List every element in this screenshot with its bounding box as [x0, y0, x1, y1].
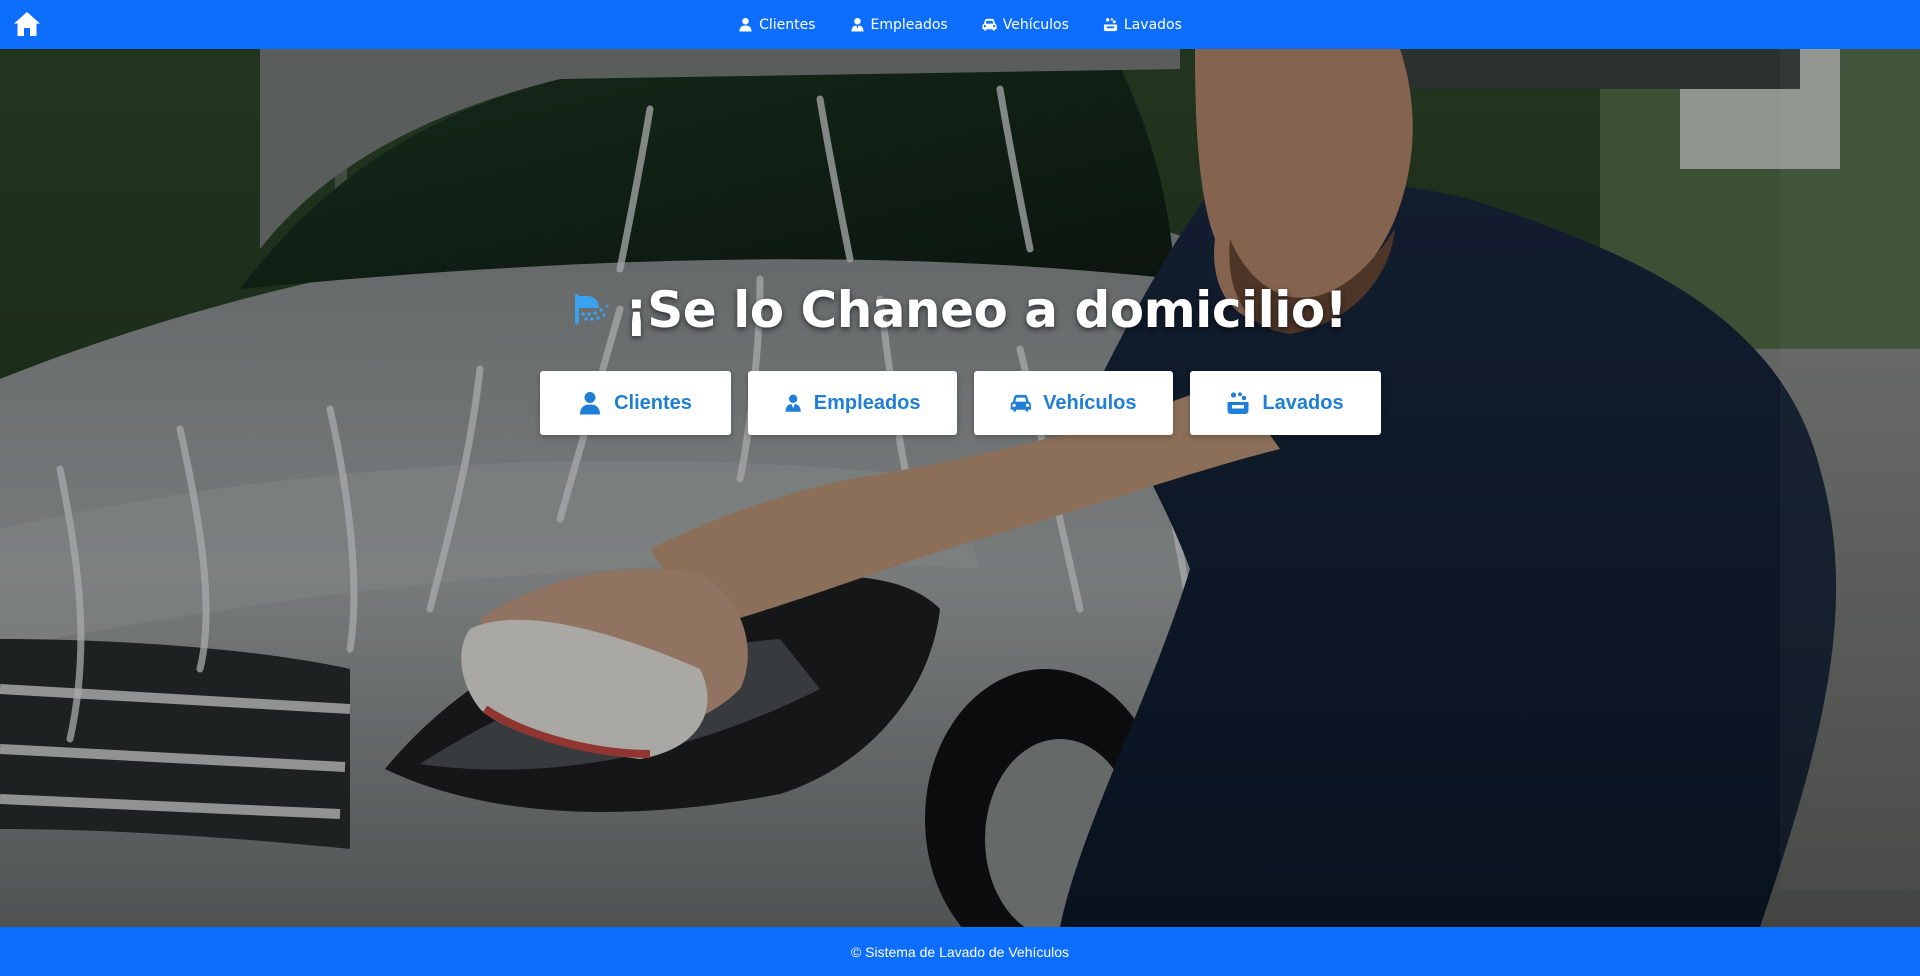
user-tie-icon	[850, 17, 864, 32]
user-tie-icon	[785, 394, 801, 412]
top-navbar: Clientes Empleados Vehículos Lavados	[0, 0, 1920, 49]
nav-item-label: Vehículos	[1002, 16, 1069, 33]
nav-item-label: Clientes	[759, 16, 816, 33]
nav-item-empleados[interactable]: Empleados	[833, 0, 965, 49]
hero-section: ¡Se lo Chaneo a domicilio! Clientes Empl…	[0, 49, 1920, 927]
footer: © Sistema de Lavado de Vehículos	[0, 927, 1920, 976]
soap-icon	[1103, 18, 1117, 32]
nav-item-clientes[interactable]: Clientes	[721, 0, 832, 49]
clientes-button-label: Clientes	[614, 391, 692, 414]
footer-text: © Sistema de Lavado de Vehículos	[850, 943, 1070, 960]
user-icon	[739, 17, 752, 32]
vehiculos-button-label: Vehículos	[1043, 391, 1137, 414]
lavados-button-label: Lavados	[1262, 391, 1344, 414]
vehiculos-button[interactable]: Vehículos	[973, 371, 1173, 435]
car-icon	[982, 18, 997, 31]
soap-icon	[1227, 392, 1249, 414]
nav-item-label: Empleados	[870, 16, 948, 33]
clientes-button[interactable]: Clientes	[539, 371, 731, 435]
hero-title: ¡Se lo Chaneo a domicilio!	[0, 281, 1920, 339]
lavados-button[interactable]: Lavados	[1189, 371, 1381, 435]
car-icon	[1010, 394, 1031, 412]
nav-menu: Clientes Empleados Vehículos Lavados	[0, 0, 1920, 49]
user-icon	[580, 392, 601, 415]
empleados-button-label: Empleados	[813, 391, 921, 414]
hero-button-row: Clientes Empleados Vehículos Lavados	[0, 371, 1920, 435]
hero-overlay	[0, 49, 1920, 927]
nav-item-lavados[interactable]: Lavados	[1086, 0, 1199, 49]
empleados-button[interactable]: Empleados	[747, 371, 957, 435]
hero-title-text: ¡Se lo Chaneo a domicilio!	[624, 281, 1348, 339]
nav-item-label: Lavados	[1123, 16, 1182, 33]
shower-icon	[574, 294, 609, 324]
nav-item-vehiculos[interactable]: Vehículos	[965, 0, 1086, 49]
